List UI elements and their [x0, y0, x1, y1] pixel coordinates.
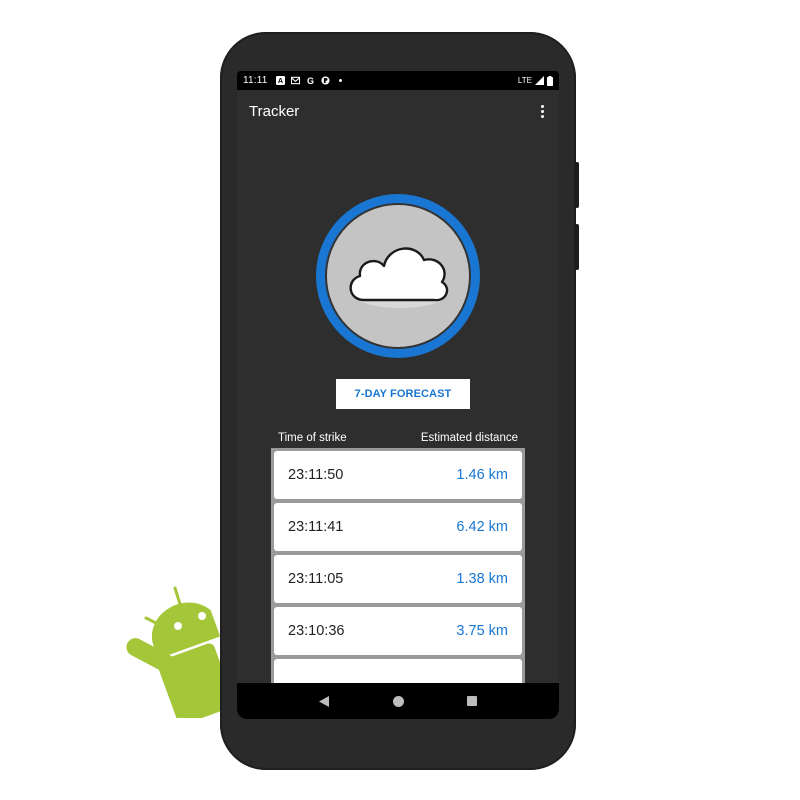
gmail-icon	[290, 76, 300, 85]
status-bar: 11:11 A G LTE	[237, 71, 559, 90]
dot-icon	[338, 79, 342, 82]
svg-text:A: A	[277, 76, 282, 85]
strike-distance: 3.75 km	[456, 623, 508, 639]
strike-distance: 6.42 km	[456, 519, 508, 535]
header-time-of-strike: Time of strike	[278, 432, 347, 444]
signal-icon	[535, 76, 544, 85]
volume-up-button[interactable]	[575, 162, 579, 208]
more-vert-icon[interactable]	[537, 102, 547, 120]
network-label: LTE	[517, 76, 532, 85]
strike-distance: 1.46 km	[456, 467, 508, 483]
back-icon[interactable]	[314, 691, 334, 711]
strike-time: 23:10:36	[288, 623, 345, 639]
status-time: 11:11	[243, 75, 268, 86]
battery-icon	[547, 75, 553, 86]
svg-text:G: G	[307, 76, 314, 85]
recents-icon[interactable]	[462, 691, 482, 711]
app-icon	[320, 76, 330, 85]
notification-icons: A G	[275, 76, 345, 85]
cloud-icon	[349, 247, 449, 308]
phone-screen: 11:11 A G LTE Tracker 7-DAY FORECAST Tim…	[237, 71, 559, 719]
volume-down-button[interactable]	[575, 224, 579, 270]
home-icon[interactable]	[388, 691, 408, 711]
table-row[interactable]: 23:11:41 6.42 km	[274, 503, 522, 551]
strike-distance: 1.38 km	[456, 571, 508, 587]
weather-icon-container	[325, 203, 471, 349]
header-estimated-distance: Estimated distance	[420, 432, 518, 444]
strike-time: 23:11:50	[288, 467, 344, 483]
strike-list[interactable]: 23:11:50 1.46 km 23:11:41 6.42 km 23:11:…	[271, 448, 525, 688]
system-status: LTE	[517, 75, 553, 86]
navigation-bar	[237, 683, 559, 719]
table-row[interactable]: 23:11:05 1.38 km	[274, 555, 522, 603]
app-bar: Tracker	[237, 90, 559, 132]
strike-table-headers: Time of strike Estimated distance	[278, 432, 518, 444]
app-title: Tracker	[249, 102, 300, 120]
google-icon: G	[307, 76, 314, 85]
table-row[interactable]: 23:11:50 1.46 km	[274, 451, 522, 499]
main-content: 7-DAY FORECAST Time of strike Estimated …	[237, 132, 559, 688]
accessibility-icon: A	[275, 76, 285, 85]
android-mascot-icon	[126, 586, 228, 718]
strike-time: 23:11:41	[288, 519, 344, 535]
seven-day-forecast-button[interactable]: 7-DAY FORECAST	[336, 379, 470, 409]
strike-time: 23:11:05	[288, 571, 344, 587]
weather-indicator	[316, 194, 480, 358]
table-row[interactable]: 23:10:36 3.75 km	[274, 607, 522, 655]
